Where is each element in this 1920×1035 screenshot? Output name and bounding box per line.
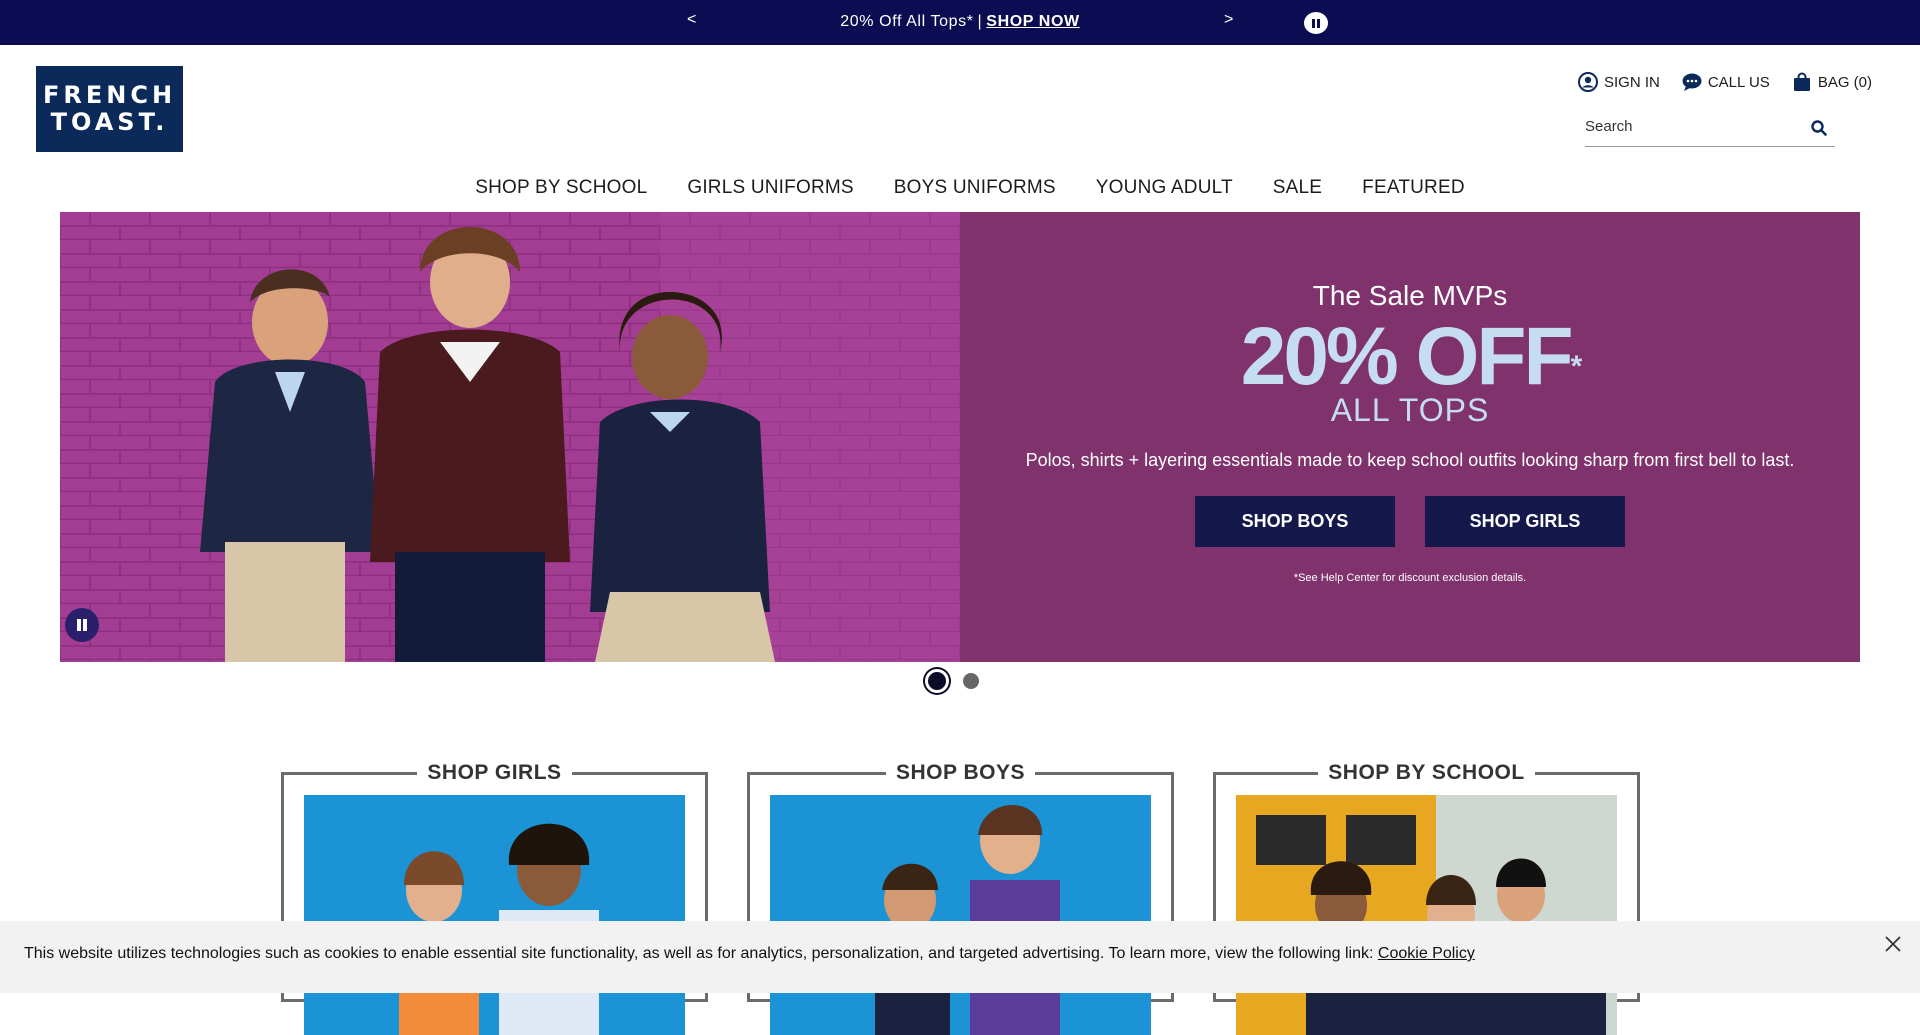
girls-photo — [304, 795, 685, 1035]
promo-shop-now-link[interactable]: SHOP NOW — [986, 13, 1079, 30]
hero-headline: 20% OFF* — [960, 312, 1860, 402]
cookie-message: This website utilizes technologies such … — [24, 945, 1475, 963]
hero-banner: The Sale MVPs 20% OFF* ALL TOPS Polos, s… — [60, 212, 1860, 662]
hero-description: Polos, shirts + layering essentials made… — [1025, 450, 1795, 470]
bag-label: BAG (0) — [1817, 73, 1872, 91]
user-icon — [1577, 72, 1598, 92]
search-box — [1585, 118, 1835, 147]
carousel-dot-1[interactable] — [925, 669, 949, 693]
shopping-bag-icon — [1793, 72, 1810, 91]
tile-label: SHOP BY SCHOOL — [1318, 761, 1535, 784]
pause-icon — [1312, 18, 1320, 28]
tile-label: SHOP BOYS — [886, 761, 1035, 784]
boys-photo — [770, 795, 1151, 1035]
search-icon[interactable] — [1811, 120, 1827, 136]
close-icon[interactable] — [1882, 933, 1904, 955]
cookie-banner: This website utilizes technologies such … — [0, 921, 1920, 993]
sign-in-link[interactable]: SIGN IN — [1577, 72, 1660, 92]
sign-in-label: SIGN IN — [1603, 73, 1660, 91]
cookie-policy-link[interactable]: Cookie Policy — [1378, 945, 1475, 962]
hero-image — [60, 212, 960, 662]
nav-sale[interactable]: SALE — [1273, 177, 1322, 199]
hero-headline-text: 20% OFF — [1240, 311, 1574, 402]
call-us-link[interactable]: CALL US — [1682, 72, 1770, 92]
hero-kicker: The Sale MVPs — [1312, 280, 1508, 311]
pause-icon — [77, 619, 87, 631]
brand-logo[interactable]: FRENCH TOAST. — [36, 66, 183, 152]
search-input[interactable] — [1585, 118, 1805, 135]
promo-pause-button[interactable] — [1304, 12, 1328, 34]
utility-links: SIGN IN CALL US BAG (0) — [1577, 72, 1872, 92]
hero-buttons: SHOP BOYS SHOP GIRLS — [960, 496, 1860, 547]
promo-separator: | — [977, 13, 983, 30]
hero-headline-mark: * — [1570, 350, 1583, 383]
logo-line-2: TOAST. — [50, 108, 169, 136]
main-nav: SHOP BY SCHOOL GIRLS UNIFORMS BOYS UNIFO… — [0, 177, 1920, 199]
chat-icon — [1682, 73, 1702, 91]
shop-boys-button[interactable]: SHOP BOYS — [1195, 496, 1395, 547]
call-us-label: CALL US — [1707, 73, 1770, 91]
school-bus-photo — [1236, 795, 1617, 1035]
promo-next-button[interactable]: > — [1224, 11, 1233, 29]
hero-subhead: ALL TOPS — [1330, 392, 1490, 428]
hero-content: The Sale MVPs 20% OFF* ALL TOPS Polos, s… — [960, 212, 1860, 662]
logo-line-1: FRENCH — [42, 81, 177, 109]
bag-link[interactable]: BAG (0) — [1792, 72, 1872, 92]
tile-label: SHOP GIRLS — [417, 761, 572, 784]
hero-fine-print: *See Help Center for discount exclusion … — [1293, 572, 1527, 584]
carousel-dots — [925, 669, 979, 693]
shop-girls-button[interactable]: SHOP GIRLS — [1425, 496, 1625, 547]
carousel-dot-2[interactable] — [963, 673, 979, 689]
hero-pause-button[interactable] — [65, 608, 99, 642]
promo-bar: < 20% Off All Tops* | SHOP NOW > — [0, 0, 1920, 45]
nav-young-adult[interactable]: YOUNG ADULT — [1096, 177, 1233, 199]
nav-boys-uniforms[interactable]: BOYS UNIFORMS — [894, 177, 1056, 199]
promo-text: 20% Off All Tops* — [840, 13, 974, 30]
nav-shop-by-school[interactable]: SHOP BY SCHOOL — [475, 177, 647, 199]
nav-featured[interactable]: FEATURED — [1362, 177, 1465, 199]
promo-message: 20% Off All Tops* | SHOP NOW — [0, 13, 1920, 31]
nav-girls-uniforms[interactable]: GIRLS UNIFORMS — [687, 177, 853, 199]
cookie-text: This website utilizes technologies such … — [24, 945, 1378, 962]
kids-uniform-photo — [60, 212, 960, 662]
